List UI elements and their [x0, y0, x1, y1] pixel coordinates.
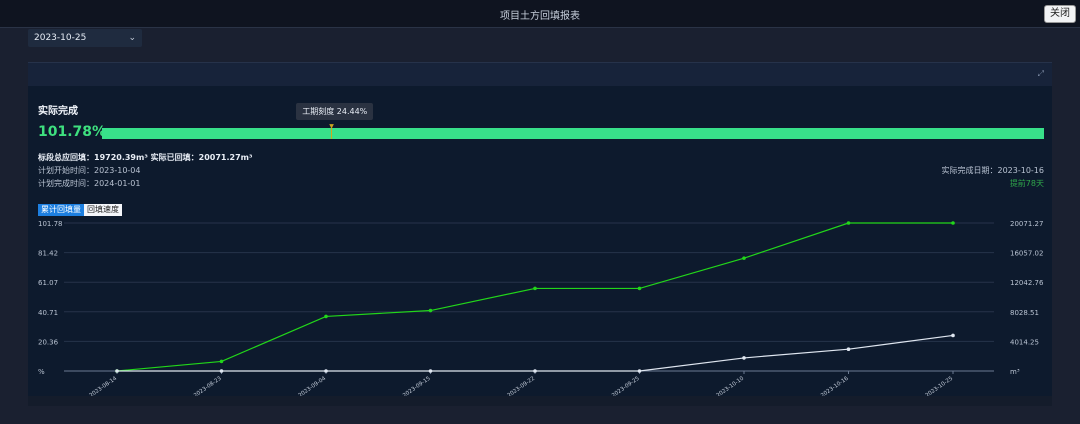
x-tick-label: 2023-08-14	[89, 375, 119, 396]
series-point-0	[951, 221, 955, 225]
series-point-1	[742, 356, 746, 360]
series-point-1	[637, 369, 642, 373]
series-line-0	[116, 222, 953, 372]
left-tick-label: 20.36	[38, 338, 59, 346]
panel-header: ⤢	[28, 62, 1052, 86]
report-panel: 实际完成 101.78% ▼ 工期刻度 24.44% 标段总应回填：19720.…	[28, 86, 1052, 396]
date-select-value: 2023-10-25	[34, 33, 87, 43]
left-tick-label: 40.71	[38, 309, 58, 317]
window-title: 项目土方回填报表	[500, 11, 580, 22]
x-tick-label: 2023-08-23	[193, 375, 223, 396]
left-tick-label: %	[38, 368, 45, 376]
left-tick-label: 101.78	[38, 220, 63, 228]
x-tick-label: 2023-10-16	[820, 375, 850, 396]
series-point-0	[846, 221, 851, 225]
series-point-0	[533, 286, 537, 291]
series-point-0	[742, 256, 746, 260]
series-point-0	[219, 359, 224, 364]
series-line-1	[117, 334, 954, 372]
backfill-chart: % m³ 20.36 4014.25 40.71 8028.51 61.07 12042.76…	[38, 220, 1044, 396]
series-point-1	[951, 333, 955, 338]
close-button[interactable]: 关闭	[1044, 5, 1076, 23]
right-tick-label: 8028.51	[1010, 309, 1039, 317]
x-tick-label: 2023-09-15	[402, 375, 432, 396]
chevron-down-icon: ⌄	[128, 33, 136, 43]
series-point-1	[219, 369, 224, 373]
series-point-0	[428, 308, 433, 313]
x-tick-label: 2023-09-04	[298, 375, 328, 396]
right-tick-label: 12042.76	[1010, 279, 1044, 287]
title-bar: 项目土方回填报表 关闭	[0, 0, 1080, 28]
left-tick-label: 81.42	[38, 250, 58, 258]
series-point-1	[115, 369, 119, 373]
right-tick-label: 20071.27	[1010, 220, 1043, 228]
x-tick-label: 2023-10-25	[925, 375, 955, 396]
x-tick-label: 2023-09-22	[507, 376, 537, 396]
series-point-0	[637, 286, 642, 291]
x-tick-label: 2023-10-10	[716, 375, 746, 396]
x-tick-label: 2023-09-25	[611, 375, 641, 396]
expand-icon[interactable]: ⤢	[1038, 69, 1044, 79]
series-point-0	[324, 314, 328, 319]
series-point-1	[428, 369, 433, 373]
right-tick-label: 16057.02	[1010, 250, 1043, 258]
series-point-1	[846, 347, 851, 351]
right-tick-label: m³	[1010, 368, 1020, 376]
panel-footer	[28, 396, 1052, 406]
left-tick-label: 61.07	[38, 279, 58, 287]
series-point-1	[533, 369, 537, 373]
date-select[interactable]: 2023-10-25 ⌄	[28, 29, 142, 47]
right-tick-label: 4014.25	[1010, 338, 1039, 346]
series-point-1	[324, 369, 328, 373]
